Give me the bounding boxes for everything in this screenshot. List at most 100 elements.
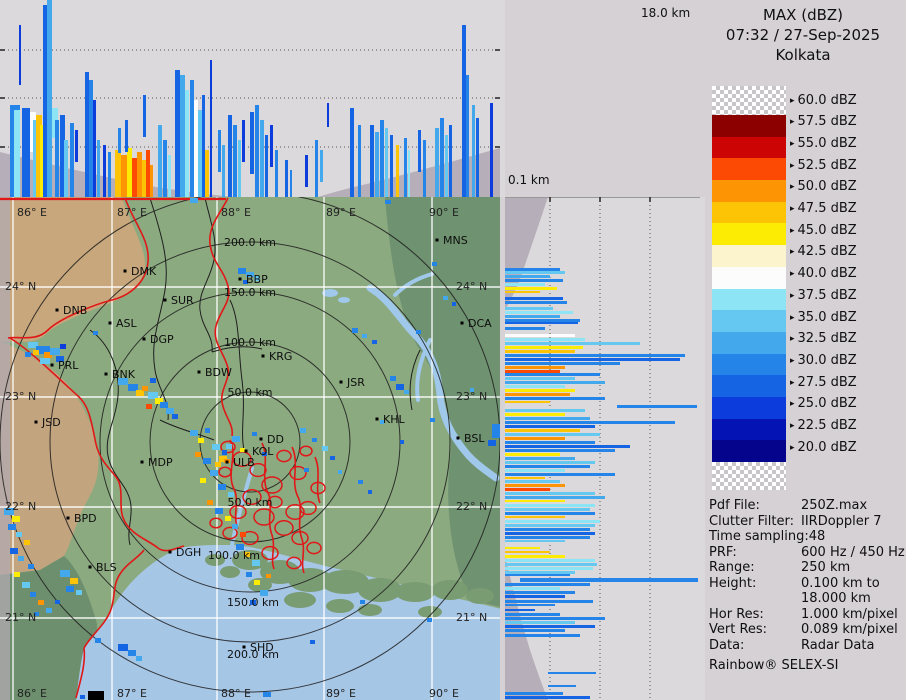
svg-text:DNB: DNB [63,304,87,317]
legend-color-band [712,310,786,332]
legend-value-label: 42.5 dBZ [797,244,857,260]
legend-arrow-icon: ▸ [790,117,795,128]
legend-color-band [712,418,786,441]
svg-text:23° N: 23° N [5,390,36,403]
legend-value-label: 37.5 dBZ [797,287,857,303]
metadata-value: 0.089 km/pixel [801,622,898,637]
svg-text:PRL: PRL [58,359,79,372]
legend-label-row: ▸ 32.5 dBZ [790,331,857,346]
svg-text:24° N: 24° N [5,280,36,293]
legend-color-band [712,440,786,462]
station-name: Kolkata [775,46,831,64]
svg-text:87° E: 87° E [117,687,147,700]
legend-value-label: 47.5 dBZ [797,201,857,216]
metadata-row: Hor Res: 1.000 km/pixel [709,607,906,623]
metadata-value: 1.000 km/pixel [801,606,898,622]
svg-text:22° N: 22° N [456,500,487,513]
legend-arrow-icon: ▸ [790,247,795,258]
svg-text:150.0 km: 150.0 km [227,596,279,609]
legend-label-row: ▸ 35.0 dBZ [790,310,857,325]
legend-label-row: ▸ 27.5 dBZ [790,375,857,390]
legend-arrow-icon: ▸ [790,442,795,453]
svg-text:22° N: 22° N [5,500,36,513]
metadata-row: Range: 250 km [709,560,906,576]
legend-arrow-icon: ▸ [790,225,795,236]
svg-text:KRG: KRG [269,350,292,363]
metadata-value: 0.100 km to [801,575,880,591]
legend-value-label: 35.0 dBZ [797,309,857,325]
legend-arrow-icon: ▸ [790,290,795,301]
svg-text:86° E: 86° E [17,687,47,700]
legend-color-band [712,353,786,376]
svg-text:23° N: 23° N [456,390,487,403]
legend-label-row: ▸ 40.0 dBZ [790,266,857,281]
top-height-profile-panel [0,0,505,197]
svg-text:ASL: ASL [116,317,138,330]
right-height-profile-panel [505,197,705,700]
legend-arrow-icon: ▸ [790,160,795,171]
metadata-value: 48 [808,529,826,544]
legend-transparent-band [712,462,786,490]
product-header: MAX (dBZ) 07:32 / 27-Sep-2025 Kolkata [700,5,906,65]
metadata-row: PRF: 600 Hz / 450 Hz [709,545,906,561]
legend-value-label: 22.5 dBZ [797,418,857,433]
legend-value-label: 55.0 dBZ [797,135,857,151]
svg-text:BLS: BLS [96,561,117,574]
legend-label-row: ▸ 30.0 dBZ [790,353,857,368]
svg-text:JSR: JSR [346,376,365,389]
legend-color-band [712,266,786,289]
legend-arrow-icon: ▸ [790,312,795,323]
legend-color-band [712,375,786,397]
legend-label-row: ▸ 20.0 dBZ [790,440,857,455]
svg-text:KHL: KHL [383,413,405,426]
metadata-value: 250 km [801,560,851,575]
svg-text:DCA: DCA [468,317,492,330]
svg-text:BPD: BPD [74,512,97,525]
metadata-value: 18.000 km [801,591,871,606]
legend-label-row: ▸ 25.0 dBZ [790,396,857,411]
legend-label-row: ▸ 42.5 dBZ [790,244,857,259]
legend-value-label: 40.0 dBZ [797,266,857,282]
svg-text:89° E: 89° E [326,687,356,700]
svg-text:DGH: DGH [176,546,201,559]
radar-display-window: 200.0 km 150.0 km 100.0 km 50.0 km 50.0 km 10… [0,0,906,700]
legend-value-label: 30.0 dBZ [797,352,857,368]
legend-label-row: ▸ 50.0 dBZ [790,179,857,194]
legend-arrow-icon: ▸ [790,421,795,431]
svg-text:150.0 km: 150.0 km [224,286,276,299]
svg-text:DMK: DMK [131,265,157,278]
legend-value-label: 25.0 dBZ [797,396,857,412]
legend-color-band [712,180,786,202]
svg-text:ULB: ULB [233,456,255,469]
product-title: MAX (dBZ) [762,6,844,24]
svg-text:24° N: 24° N [456,280,487,293]
legend-color-band [712,223,786,246]
legend-value-label: 60.0 dBZ [797,92,857,108]
legend-arrow-icon: ▸ [790,204,795,214]
legend-arrow-icon: ▸ [790,138,795,149]
svg-text:MNS: MNS [443,234,468,247]
svg-text:BBP: BBP [246,273,268,286]
legend-value-label: 57.5 dBZ [797,114,857,130]
svg-text:90° E: 90° E [429,206,459,219]
svg-text:BNK: BNK [112,368,136,381]
svg-text:89° E: 89° E [326,206,356,219]
legend-label-row: ▸ 52.5 dBZ [790,158,857,173]
svg-text:KOL: KOL [252,445,274,458]
legend-color-band [712,115,786,137]
legend-arrow-icon: ▸ [790,399,795,410]
svg-text:200.0 km: 200.0 km [224,236,276,249]
metadata-label: Range: [709,560,755,575]
svg-text:88° E: 88° E [221,206,251,219]
metadata-label: Height: [709,575,757,591]
legend-label-row: ▸ 22.5 dBZ [790,418,857,433]
svg-text:DGP: DGP [150,333,174,346]
legend-color-band [712,245,786,267]
legend-value-label: 32.5 dBZ [797,331,857,347]
svg-text:BSL: BSL [464,432,485,445]
legend-value-label: 27.5 dBZ [797,374,857,390]
metadata-value: IIRDoppler 7 [801,513,882,529]
metadata-row: Data: Radar Data [709,638,906,654]
legend-transparent-band [712,86,786,115]
legend-label-row: ▸ 47.5 dBZ [790,201,857,216]
